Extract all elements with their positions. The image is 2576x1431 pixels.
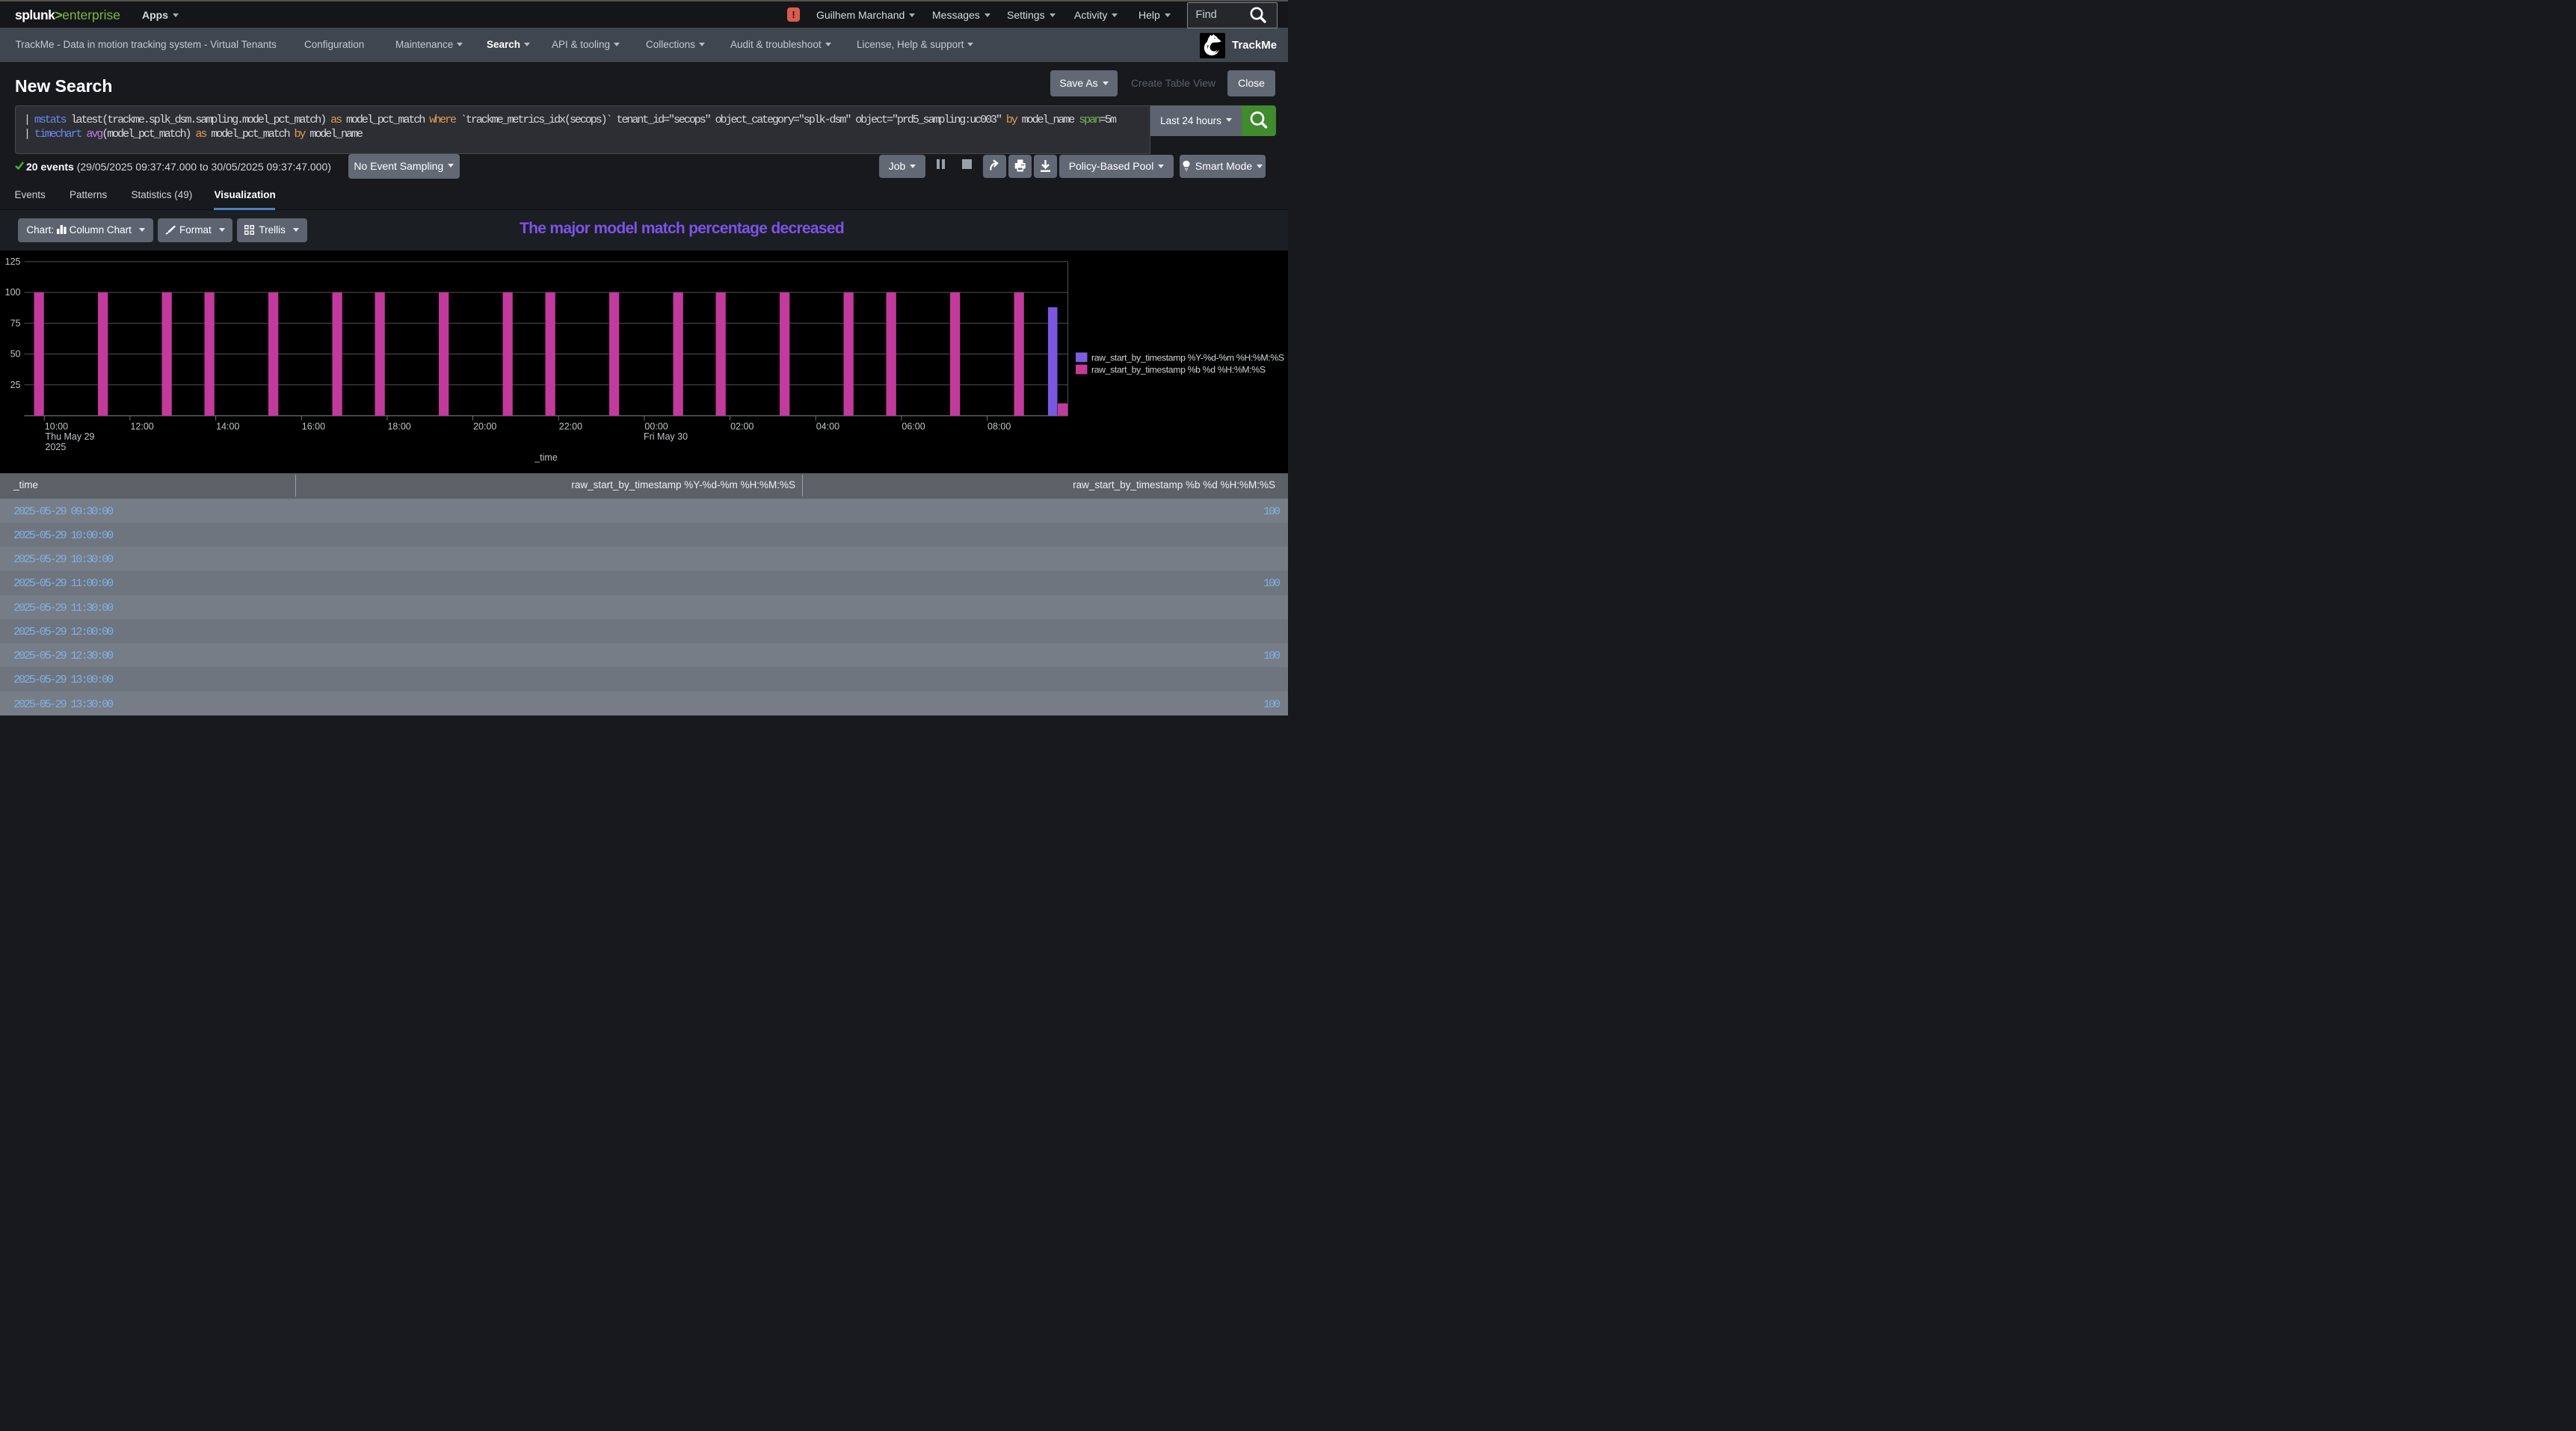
svg-text:raw_start_by_timestamp %Y-%d-%: raw_start_by_timestamp %Y-%d-%m %H:%M:%S xyxy=(1091,352,1284,363)
svg-text:22:00: 22:00 xyxy=(559,421,582,431)
svg-text:16:00: 16:00 xyxy=(302,421,325,431)
svg-text:25: 25 xyxy=(10,379,21,390)
svg-text:10:00: 10:00 xyxy=(45,421,68,431)
svg-text:04:00: 04:00 xyxy=(816,421,839,431)
svg-text:Thu May 29: Thu May 29 xyxy=(46,431,95,442)
svg-text:14:00: 14:00 xyxy=(216,421,239,431)
svg-text:75: 75 xyxy=(10,318,21,328)
svg-text:08:00: 08:00 xyxy=(987,421,1011,431)
svg-text:_time: _time xyxy=(534,452,558,463)
svg-text:18:00: 18:00 xyxy=(387,421,410,431)
svg-text:2025: 2025 xyxy=(46,442,67,452)
svg-text:100: 100 xyxy=(5,287,21,298)
svg-text:00:00: 00:00 xyxy=(644,421,668,431)
svg-text:06:00: 06:00 xyxy=(902,421,925,431)
svg-text:raw_start_by_timestamp %b %d %: raw_start_by_timestamp %b %d %H:%M:%S xyxy=(1091,364,1266,375)
svg-text:20:00: 20:00 xyxy=(473,421,496,431)
svg-text:02:00: 02:00 xyxy=(730,421,754,431)
svg-text:125: 125 xyxy=(5,256,21,266)
svg-text:50: 50 xyxy=(10,348,21,359)
svg-text:12:00: 12:00 xyxy=(130,421,153,431)
svg-text:Fri May 30: Fri May 30 xyxy=(644,431,688,442)
